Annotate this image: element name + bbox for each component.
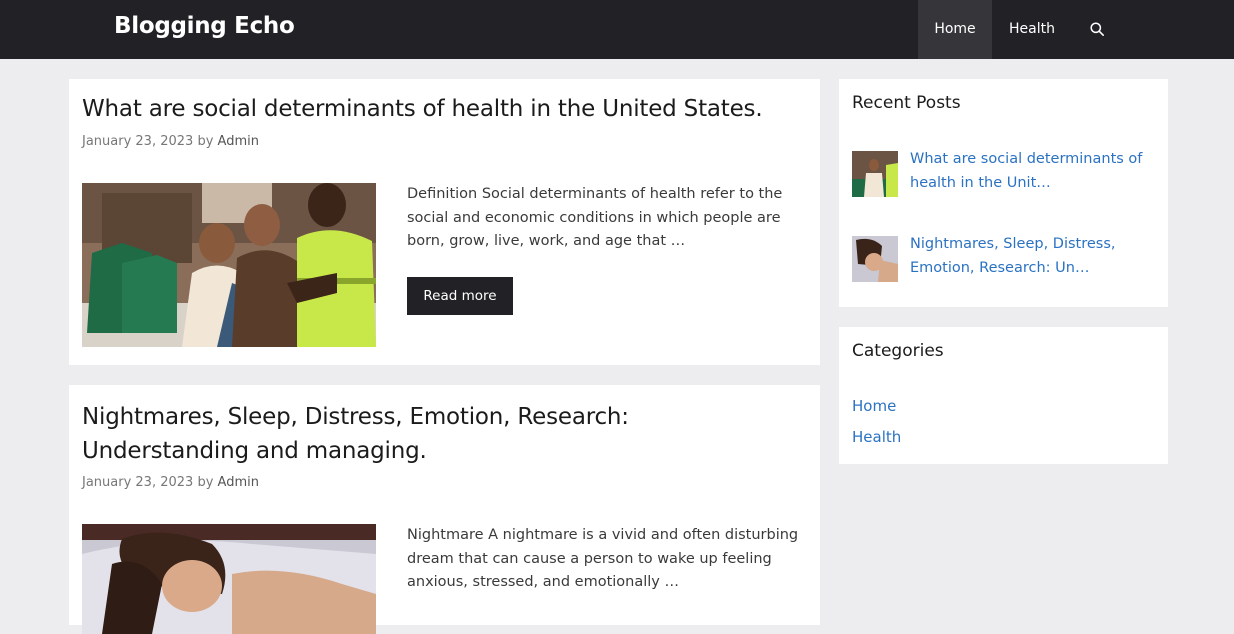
category-link-health[interactable]: Health <box>852 428 901 446</box>
post-meta: January 23, 2023 by Admin <box>82 475 259 490</box>
post-thumbnail[interactable] <box>82 524 376 634</box>
site-header: Blogging Echo Home Health <box>0 0 1234 59</box>
recent-post-item: What are social determinants of health i… <box>852 147 1157 197</box>
post-author-link[interactable]: Admin <box>218 134 259 149</box>
family-store-image <box>82 183 376 347</box>
recent-posts-widget: Recent Posts What are social determinant… <box>839 79 1168 307</box>
post-card: Nightmares, Sleep, Distress, Emotion, Re… <box>69 385 820 634</box>
recent-post-thumbnail[interactable] <box>852 151 898 197</box>
widget-title: Recent Posts <box>852 93 961 113</box>
post-excerpt: Definition Social determinants of health… <box>407 186 783 249</box>
recent-post-thumbnail[interactable] <box>852 236 898 282</box>
recent-post-link[interactable]: What are social determinants of health i… <box>910 147 1160 195</box>
post-excerpt: Nightmare A nightmare is a vivid and oft… <box>407 527 799 590</box>
post-date: January 23, 2023 <box>82 134 194 149</box>
post-by: by <box>197 134 214 149</box>
widget-title: Categories <box>852 341 944 361</box>
post-thumbnail[interactable] <box>82 183 376 347</box>
post-title-link[interactable]: Nightmares, Sleep, Distress, Emotion, Re… <box>82 400 802 468</box>
recent-post-item: Nightmares, Sleep, Distress, Emotion, Re… <box>852 232 1157 282</box>
nav-item-home[interactable]: Home <box>918 0 992 59</box>
woman-in-bed-image <box>82 524 376 634</box>
category-link-home[interactable]: Home <box>852 397 896 415</box>
woman-thumb-image <box>852 236 898 282</box>
recent-post-link[interactable]: Nightmares, Sleep, Distress, Emotion, Re… <box>910 232 1160 280</box>
post-meta: January 23, 2023 by Admin <box>82 134 259 149</box>
categories-widget: Categories Home Health <box>839 327 1168 464</box>
post-date: January 23, 2023 <box>82 475 194 490</box>
search-icon <box>1090 22 1104 36</box>
post-by: by <box>197 475 214 490</box>
read-more-button[interactable]: Read more <box>407 277 513 315</box>
post-card: What are social determinants of health i… <box>69 79 820 365</box>
site-title-link[interactable]: Blogging Echo <box>114 13 295 39</box>
nav-item-health[interactable]: Health <box>993 0 1071 59</box>
search-button[interactable] <box>1080 0 1114 59</box>
family-thumb-image <box>852 151 898 197</box>
post-title-link[interactable]: What are social determinants of health i… <box>82 92 802 126</box>
post-author-link[interactable]: Admin <box>218 475 259 490</box>
